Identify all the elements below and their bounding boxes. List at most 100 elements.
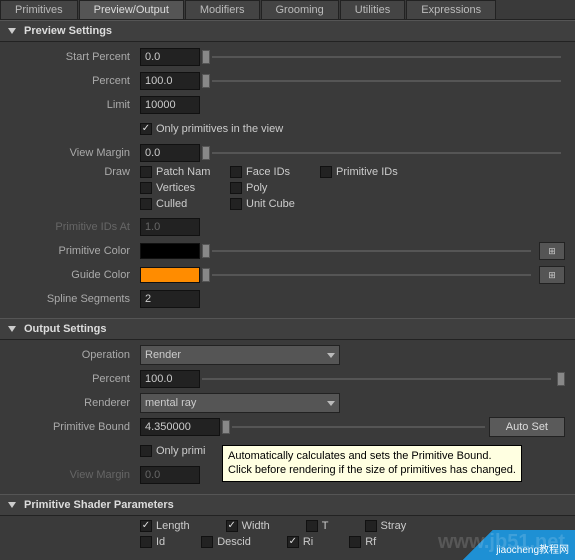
tab-primitives[interactable]: Primitives — [0, 0, 78, 19]
rf-checkbox[interactable] — [349, 536, 361, 548]
chevron-down-icon — [327, 401, 335, 406]
ri-checkbox[interactable] — [287, 536, 299, 548]
slider-handle[interactable] — [202, 146, 210, 160]
output-only-in-view-label: Only primi — [156, 445, 206, 457]
stray-label: Stray — [381, 520, 407, 532]
limit-label: Limit — [10, 99, 140, 111]
slider-track[interactable] — [212, 274, 531, 276]
renderer-value: mental ray — [145, 397, 196, 409]
tab-utilities[interactable]: Utilities — [340, 0, 405, 19]
length-checkbox[interactable] — [140, 520, 152, 532]
spline-segments-label: Spline Segments — [10, 293, 140, 305]
slider-track[interactable] — [202, 378, 551, 380]
prim-bound-label: Primitive Bound — [10, 421, 140, 433]
tab-grooming[interactable]: Grooming — [261, 0, 339, 19]
tab-modifiers[interactable]: Modifiers — [185, 0, 260, 19]
tooltip-line2: Click before rendering if the size of pr… — [228, 463, 516, 477]
collapse-icon — [8, 502, 16, 508]
slider-track[interactable] — [212, 80, 561, 82]
draw-faceids-checkbox[interactable] — [230, 166, 242, 178]
guide-color-swatch[interactable] — [140, 267, 200, 283]
preview-panel: Start Percent Percent Limit Only primiti… — [0, 42, 575, 318]
draw-culled-label: Culled — [156, 198, 187, 210]
stray-checkbox[interactable] — [365, 520, 377, 532]
section-preview-header[interactable]: Preview Settings — [0, 20, 575, 42]
width-label: Width — [242, 520, 270, 532]
operation-dropdown[interactable]: Render — [140, 345, 340, 365]
prim-color-label: Primitive Color — [10, 245, 140, 257]
watermark-badge: jiaocheng教程网 — [445, 530, 575, 560]
draw-primids-label: Primitive IDs — [336, 166, 398, 178]
draw-faceids-label: Face IDs — [246, 166, 290, 178]
t-checkbox[interactable] — [306, 520, 318, 532]
collapse-icon — [8, 28, 16, 34]
rf-label: Rf — [365, 536, 376, 548]
slider-handle[interactable] — [202, 268, 210, 282]
view-margin-input[interactable] — [140, 144, 200, 162]
draw-vertices-checkbox[interactable] — [140, 182, 152, 194]
only-in-view-checkbox[interactable] — [140, 123, 152, 135]
width-checkbox[interactable] — [226, 520, 238, 532]
output-only-in-view-checkbox[interactable] — [140, 445, 152, 457]
tab-preview-output[interactable]: Preview/Output — [79, 0, 184, 19]
draw-primids-checkbox[interactable] — [320, 166, 332, 178]
output-view-margin-label: View Margin — [10, 469, 140, 481]
limit-input[interactable] — [140, 96, 200, 114]
color-expand-button[interactable]: ⊞ — [539, 242, 565, 260]
auto-set-button[interactable]: Auto Set — [489, 417, 565, 437]
draw-label: Draw — [10, 166, 140, 178]
collapse-icon — [8, 326, 16, 332]
slider-track[interactable] — [212, 250, 531, 252]
draw-poly-checkbox[interactable] — [230, 182, 242, 194]
section-title: Primitive Shader Parameters — [24, 499, 174, 511]
draw-unitcube-label: Unit Cube — [246, 198, 295, 210]
spline-segments-input[interactable] — [140, 290, 200, 308]
slider-track[interactable] — [212, 56, 561, 58]
section-shader-header[interactable]: Primitive Shader Parameters — [0, 494, 575, 516]
slider-handle[interactable] — [202, 50, 210, 64]
tooltip-line1: Automatically calculates and sets the Pr… — [228, 449, 516, 463]
draw-poly-label: Poly — [246, 182, 267, 194]
color-expand-button[interactable]: ⊞ — [539, 266, 565, 284]
auto-set-tooltip: Automatically calculates and sets the Pr… — [222, 445, 522, 482]
slider-handle[interactable] — [202, 74, 210, 88]
operation-value: Render — [145, 349, 181, 361]
guide-color-label: Guide Color — [10, 269, 140, 281]
draw-unitcube-checkbox[interactable] — [230, 198, 242, 210]
chevron-down-icon — [327, 353, 335, 358]
percent-label: Percent — [10, 75, 140, 87]
ri-label: Ri — [303, 536, 313, 548]
section-title: Preview Settings — [24, 25, 112, 37]
output-percent-input[interactable] — [140, 370, 200, 388]
renderer-dropdown[interactable]: mental ray — [140, 393, 340, 413]
length-label: Length — [156, 520, 190, 532]
id-label: Id — [156, 536, 165, 548]
percent-input[interactable] — [140, 72, 200, 90]
draw-patch-checkbox[interactable] — [140, 166, 152, 178]
descid-checkbox[interactable] — [201, 536, 213, 548]
tab-bar: Primitives Preview/Output Modifiers Groo… — [0, 0, 575, 20]
slider-handle[interactable] — [202, 244, 210, 258]
section-output-header[interactable]: Output Settings — [0, 318, 575, 340]
renderer-label: Renderer — [10, 397, 140, 409]
slider-track[interactable] — [232, 426, 485, 428]
section-title: Output Settings — [24, 323, 107, 335]
prim-bound-input[interactable] — [140, 418, 220, 436]
output-percent-label: Percent — [10, 373, 140, 385]
start-percent-input[interactable] — [140, 48, 200, 66]
tab-expressions[interactable]: Expressions — [406, 0, 496, 19]
operation-label: Operation — [10, 349, 140, 361]
id-checkbox[interactable] — [140, 536, 152, 548]
output-view-margin-input[interactable] — [140, 466, 200, 484]
only-in-view-label: Only primitives in the view — [156, 123, 283, 135]
draw-patch-label: Patch Nam — [156, 166, 210, 178]
prim-ids-at-input[interactable] — [140, 218, 200, 236]
descid-label: Descid — [217, 536, 251, 548]
prim-color-swatch[interactable] — [140, 243, 200, 259]
draw-culled-checkbox[interactable] — [140, 198, 152, 210]
slider-handle[interactable] — [557, 372, 565, 386]
slider-track[interactable] — [212, 152, 561, 154]
draw-vertices-label: Vertices — [156, 182, 195, 194]
slider-handle[interactable] — [222, 420, 230, 434]
prim-ids-at-label: Primitive IDs At — [10, 221, 140, 233]
